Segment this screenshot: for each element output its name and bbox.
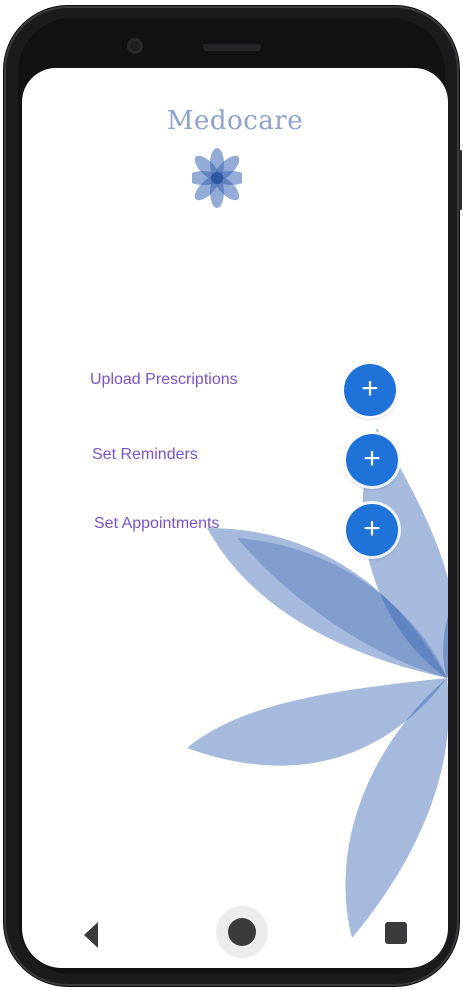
triangle-back-icon[interactable]	[82, 920, 102, 950]
set-appointments-label[interactable]: Set Appointments	[94, 515, 219, 533]
plus-icon: +	[363, 512, 381, 545]
square-recents-icon[interactable]	[385, 922, 407, 944]
app-screen: Medocare Upload Prescriptions + Set Remi…	[22, 68, 448, 968]
set-reminders-button[interactable]: +	[346, 434, 398, 486]
background-flower-icon	[187, 428, 448, 938]
upload-prescriptions-label[interactable]: Upload Prescriptions	[90, 371, 238, 389]
medocare-logo-icon	[192, 148, 242, 208]
plus-icon: +	[361, 372, 379, 405]
home-button[interactable]	[216, 906, 268, 958]
earpiece-speaker	[203, 44, 261, 51]
circle-home-icon	[228, 918, 256, 946]
app-title: Medocare	[166, 106, 304, 136]
front-camera	[127, 38, 143, 54]
upload-prescriptions-button[interactable]: +	[344, 364, 396, 416]
set-reminders-label[interactable]: Set Reminders	[92, 446, 198, 464]
set-appointments-button[interactable]: +	[346, 504, 398, 556]
plus-icon: +	[363, 442, 381, 475]
side-button	[459, 150, 462, 210]
